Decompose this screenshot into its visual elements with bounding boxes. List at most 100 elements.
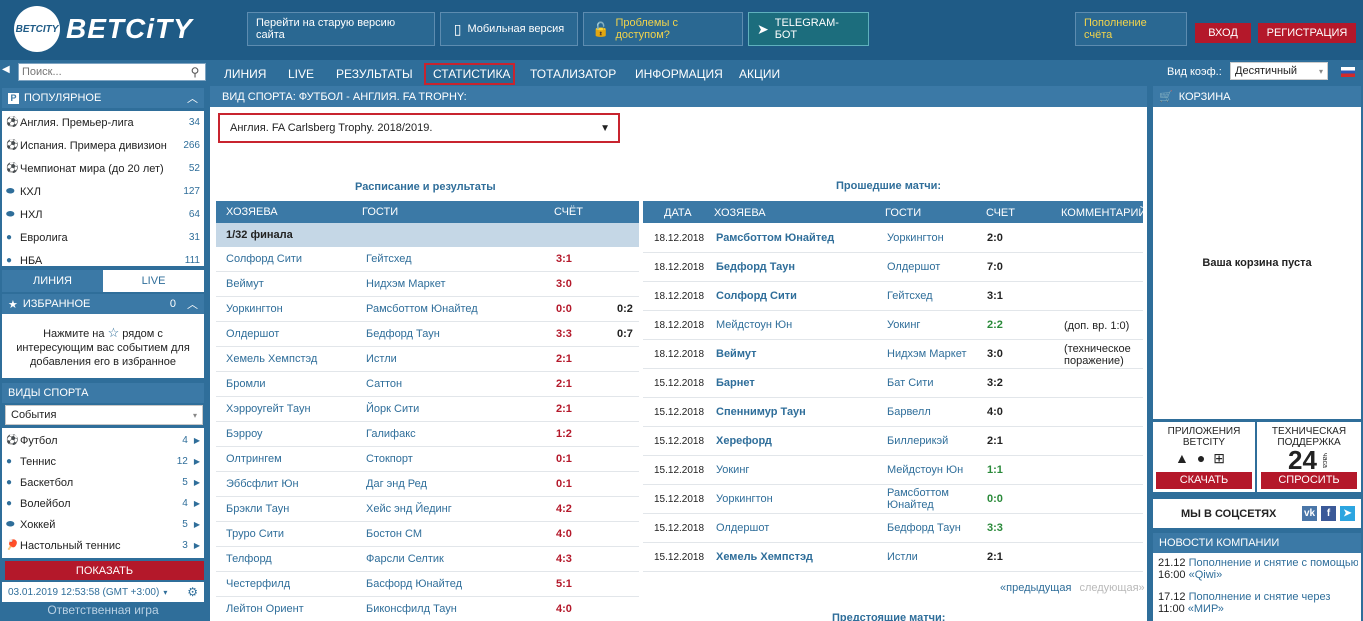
away-team[interactable]: Истли xyxy=(887,551,977,563)
away-team[interactable]: Йорк Сити xyxy=(366,403,419,415)
past-match-row[interactable]: 15.12.2018 Хемель Хемпстэд Истли 2:1 xyxy=(643,543,1143,572)
news-item[interactable]: 17.12 Пополнение и снятие через 11:00 «М… xyxy=(1158,591,1358,615)
home-team[interactable]: Уоркингтон xyxy=(716,493,773,505)
vk-icon[interactable]: vk xyxy=(1302,506,1317,521)
home-team[interactable]: Херефорд xyxy=(716,435,772,447)
home-team[interactable]: Телфорд xyxy=(226,553,272,565)
away-team[interactable]: Барвелл xyxy=(887,406,977,418)
past-match-row[interactable]: 15.12.2018 Барнет Бат Сити 3:2 xyxy=(643,369,1143,398)
schedule-row[interactable]: Хэрроугейт Таун Йорк Сити 2:1 xyxy=(216,397,639,422)
home-team[interactable]: Уоркингтон xyxy=(226,303,283,315)
away-team[interactable]: Саттон xyxy=(366,378,402,390)
show-button[interactable]: ПОКАЗАТЬ xyxy=(5,561,204,580)
home-team[interactable]: Олдершот xyxy=(226,328,279,340)
away-team[interactable]: Рамсботтом Юнайтед xyxy=(887,487,977,511)
windows-icon[interactable]: ⊞ xyxy=(1213,450,1233,466)
league-select[interactable]: Англия. FA Carlsberg Trophy. 2018/2019. … xyxy=(218,113,620,143)
sport-item[interactable]: ● Теннис 12 ▶ xyxy=(2,451,204,472)
past-match-row[interactable]: 18.12.2018 Мейдстоун Юн Уокинг 2:2 (доп. вр.… xyxy=(643,311,1143,340)
tab-line[interactable]: ЛИНИЯ xyxy=(2,270,103,292)
schedule-row[interactable]: Брэкли Таун Хейс энд Йединг 4:2 xyxy=(216,497,639,522)
home-team[interactable]: Рамсботтом Юнайтед xyxy=(716,232,834,244)
old-site-button[interactable]: Перейти на старую версию сайта xyxy=(247,12,435,46)
schedule-row[interactable]: Уоркингтон Рамсботтом Юнайтед 0:0 0:2 xyxy=(216,297,639,322)
home-team[interactable]: Барнет xyxy=(716,377,755,389)
home-team[interactable]: Бромли xyxy=(226,378,266,390)
schedule-row[interactable]: Эббсфлит Юн Даг энд Ред 0:1 xyxy=(216,472,639,497)
popular-item[interactable]: ⚽ Англия. Премьер-лига 34 xyxy=(2,111,204,134)
sport-item[interactable]: ● Волейбол 4 ▶ xyxy=(2,493,204,514)
home-team[interactable]: Честерфилд xyxy=(226,578,290,590)
away-team[interactable]: Стокпорт xyxy=(366,453,413,465)
home-team[interactable]: Хэрроугейт Таун xyxy=(226,403,311,415)
past-match-row[interactable]: 18.12.2018 Рамсботтом Юнайтед Уоркингтон 2:… xyxy=(643,224,1143,253)
away-team[interactable]: Уокинг xyxy=(887,319,977,331)
home-team[interactable]: Эббсфлит Юн xyxy=(226,478,299,490)
popular-header[interactable]: P ПОПУЛЯРНОЕ ︿ xyxy=(2,88,204,108)
away-team[interactable]: Нидхэм Маркет xyxy=(887,348,977,360)
collapse-arrow-icon[interactable]: ◀ xyxy=(2,64,10,75)
nav-statistics[interactable]: СТАТИСТИКА xyxy=(424,63,515,85)
sports-filter-select[interactable]: События ▾ xyxy=(5,405,203,425)
mobile-version-button[interactable]: ▯ Мобильная версия xyxy=(440,12,578,46)
popular-item[interactable]: ⚽ Испания. Примера дивизион 266 xyxy=(2,134,204,157)
home-team[interactable]: Спеннимур Таун xyxy=(716,406,806,418)
favorites-header[interactable]: ★ ИЗБРАННОЕ 0 ︿ xyxy=(2,294,204,314)
home-team[interactable]: Бедфорд Таун xyxy=(716,261,795,273)
home-team[interactable]: Бэрроу xyxy=(226,428,263,440)
responsible-gaming-link[interactable]: Ответственная игра xyxy=(2,603,204,621)
schedule-row[interactable]: Труро Сити Бостон СМ 4:0 xyxy=(216,522,639,547)
popular-item[interactable]: ● НБА 111 xyxy=(2,249,204,272)
home-team[interactable]: Труро Сити xyxy=(226,528,284,540)
home-team[interactable]: Брэкли Таун xyxy=(226,503,289,515)
past-match-row[interactable]: 18.12.2018 Бедфорд Таун Олдершот 7:0 xyxy=(643,253,1143,282)
home-team[interactable]: Мейдстоун Юн xyxy=(716,319,792,331)
access-problems-button[interactable]: 🔓 Проблемы с доступом? xyxy=(583,12,743,46)
news-item[interactable]: 21.12 Пополнение и снятие с помощью 16:0… xyxy=(1158,557,1358,581)
schedule-row[interactable]: Телфорд Фарсли Селтик 4:3 xyxy=(216,547,639,572)
away-team[interactable]: Рамсботтом Юнайтед xyxy=(366,303,478,315)
popular-item[interactable]: ● Евролига 31 xyxy=(2,226,204,249)
android-icon[interactable]: ▲ xyxy=(1175,450,1197,466)
koef-select[interactable]: Десятичный ▾ xyxy=(1230,62,1328,80)
nav-line[interactable]: ЛИНИЯ xyxy=(217,63,273,85)
schedule-row[interactable]: Бэрроу Галифакс 1:2 xyxy=(216,422,639,447)
schedule-row[interactable]: Лейтон Ориент Биконсфилд Таун 4:0 xyxy=(216,597,639,621)
sport-item[interactable]: ● Баскетбол 5 ▶ xyxy=(2,472,204,493)
telegram-icon[interactable]: ➤ xyxy=(1340,506,1355,521)
away-team[interactable]: Биконсфилд Таун xyxy=(366,603,457,615)
away-team[interactable]: Уоркингтон xyxy=(887,232,977,244)
schedule-row[interactable]: Солфорд Сити Гейтсхед 3:1 xyxy=(216,247,639,272)
past-match-row[interactable]: 15.12.2018 Спеннимур Таун Барвелл 4:0 xyxy=(643,398,1143,427)
login-button[interactable]: ВХОД xyxy=(1195,23,1251,43)
past-match-row[interactable]: 15.12.2018 Олдершот Бедфорд Таун 3:3 xyxy=(643,514,1143,543)
home-team[interactable]: Хемель Хемпстэд xyxy=(716,551,813,563)
away-team[interactable]: Мейдстоун Юн xyxy=(887,464,977,476)
home-team[interactable]: Лейтон Ориент xyxy=(226,603,304,615)
nav-information[interactable]: ИНФОРМАЦИЯ xyxy=(628,63,730,85)
sport-item[interactable]: ⚽ Футбол 4 ▶ xyxy=(2,430,204,451)
schedule-row[interactable]: Олдершот Бедфорд Таун 3:3 0:7 xyxy=(216,322,639,347)
popular-item[interactable]: ⬬ КХЛ 127 xyxy=(2,180,204,203)
schedule-row[interactable]: Бромли Саттон 2:1 xyxy=(216,372,639,397)
tab-live[interactable]: LIVE xyxy=(103,270,204,292)
apple-icon[interactable]: ● xyxy=(1197,450,1213,466)
nav-live[interactable]: LIVE xyxy=(281,63,321,85)
away-team[interactable]: Бостон СМ xyxy=(366,528,422,540)
past-match-row[interactable]: 18.12.2018 Солфорд Сити Гейтсхед 3:1 xyxy=(643,282,1143,311)
popular-item[interactable]: ⚽ Чемпионат мира (до 20 лет) 52 xyxy=(2,157,204,180)
home-team[interactable]: Солфорд Сити xyxy=(226,253,302,265)
away-team[interactable]: Нидхэм Маркет xyxy=(366,278,446,290)
search-input[interactable] xyxy=(19,64,185,80)
away-team[interactable]: Бедфорд Таун xyxy=(887,522,977,534)
nav-totalizator[interactable]: ТОТАЛИЗАТОР xyxy=(523,63,623,85)
away-team[interactable]: Истли xyxy=(366,353,397,365)
away-team[interactable]: Биллерикэй xyxy=(887,435,977,447)
home-team[interactable]: Солфорд Сити xyxy=(716,290,797,302)
away-team[interactable]: Галифакс xyxy=(366,428,416,440)
popular-item[interactable]: ⬬ НХЛ 64 xyxy=(2,203,204,226)
past-match-row[interactable]: 18.12.2018 Веймут Нидхэм Маркет 3:0 (техниче… xyxy=(643,340,1143,369)
away-team[interactable]: Даг энд Ред xyxy=(366,478,427,490)
home-team[interactable]: Уокинг xyxy=(716,464,749,476)
away-team[interactable]: Бедфорд Таун xyxy=(366,328,440,340)
